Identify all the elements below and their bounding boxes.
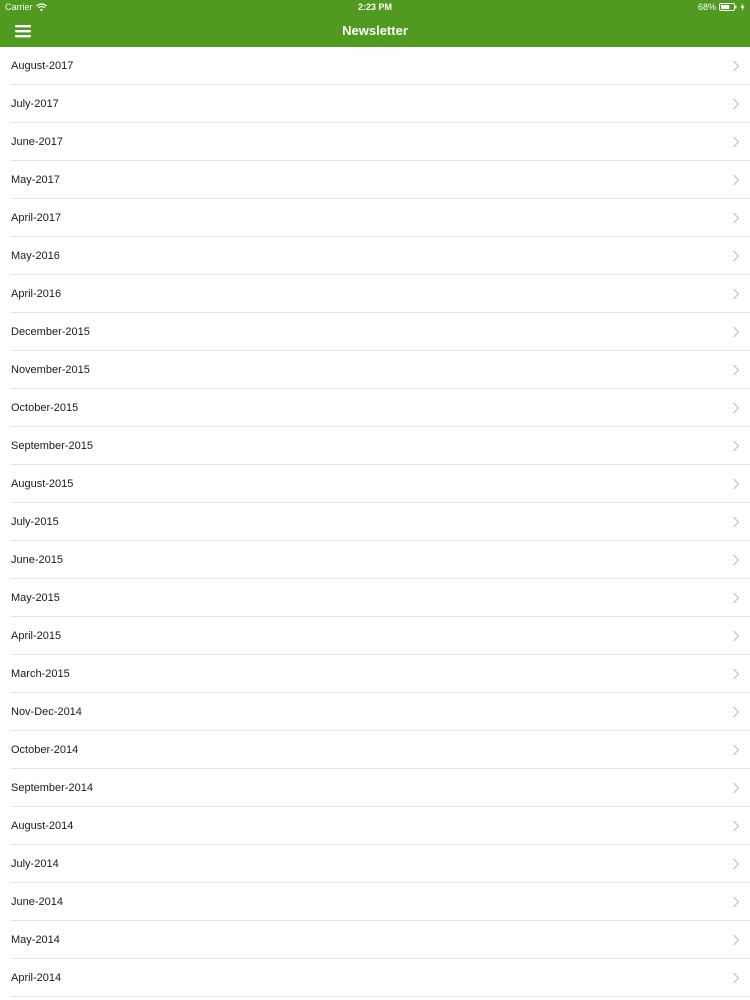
chevron-right-icon [733,934,740,946]
navigation-bar: Newsletter [0,14,750,47]
list-item-label: April-2017 [11,212,62,224]
list-item[interactable]: July-2015 [0,503,750,541]
chevron-right-icon [733,440,740,452]
list-item-label: April-2016 [11,288,62,300]
chevron-right-icon [733,288,740,300]
list-item-label: May-2017 [11,174,60,186]
status-time: 2:23 PM [357,2,392,12]
app-screen: Carrier 2:23 PM 68% Newsletter August-20… [0,0,750,1000]
list-item[interactable]: April-2015 [0,617,750,655]
list-item[interactable]: August-2017 [0,47,750,85]
list-item-label: July-2017 [11,98,59,110]
list-item-label: May-2014 [11,934,60,946]
list-item[interactable]: December-2015 [0,313,750,351]
list-item[interactable]: August-2014 [0,807,750,845]
list-item[interactable]: June-2014 [0,883,750,921]
list-item-label: Nov-Dec-2014 [11,706,82,718]
chevron-right-icon [733,136,740,148]
chevron-right-icon [733,98,740,110]
list-item[interactable]: May-2016 [0,237,750,275]
list-item-label: November-2015 [11,364,90,376]
list-item-label: April-2014 [11,972,62,984]
status-battery-group: 68% [698,0,745,14]
chevron-right-icon [733,250,740,262]
list-item-label: December-2015 [11,326,90,338]
list-item-label: June-2017 [11,136,63,148]
list-item-label: August-2015 [11,478,74,490]
list-item[interactable]: September-2015 [0,427,750,465]
list-item[interactable]: November-2015 [0,351,750,389]
list-item[interactable]: September-2014 [0,769,750,807]
battery-icon [719,3,737,11]
list-item-label: May-2015 [11,592,60,604]
chevron-right-icon [733,478,740,490]
list-item[interactable]: October-2015 [0,389,750,427]
list-item[interactable]: March-2015 [0,655,750,693]
list-item[interactable]: August-2015 [0,465,750,503]
list-item-label: September-2014 [11,782,93,794]
list-item-label: July-2015 [11,516,59,528]
chevron-right-icon [733,706,740,718]
list-item-label: August-2017 [11,60,74,72]
list-item-label: April-2015 [11,630,62,642]
list-item[interactable]: June-2017 [0,123,750,161]
list-item-label: July-2014 [11,858,59,870]
chevron-right-icon [733,516,740,528]
chevron-right-icon [733,364,740,376]
list-item[interactable]: July-2014 [0,845,750,883]
list-item-label: October-2015 [11,402,79,414]
list-item-label: October-2014 [11,744,79,756]
list-item[interactable]: October-2014 [0,731,750,769]
list-item-label: June-2015 [11,554,63,566]
chevron-right-icon [733,402,740,414]
chevron-right-icon [733,744,740,756]
chevron-right-icon [733,212,740,224]
chevron-right-icon [733,896,740,908]
chevron-right-icon [733,858,740,870]
status-bar: Carrier 2:23 PM 68% [0,0,750,14]
newsletter-list: August-2017 July-2017 June-2017 May-2017 Apr… [0,47,750,997]
chevron-right-icon [733,554,740,566]
list-item-label: September-2015 [11,440,93,452]
chevron-right-icon [733,668,740,680]
chevron-right-icon [733,326,740,338]
list-item[interactable]: April-2016 [0,275,750,313]
chevron-right-icon [733,60,740,72]
chevron-right-icon [733,782,740,794]
chevron-right-icon [733,972,740,984]
list-item[interactable]: May-2014 [0,921,750,959]
app-header: Carrier 2:23 PM 68% Newsletter [0,0,750,47]
list-item[interactable]: April-2017 [0,199,750,237]
list-item[interactable]: May-2015 [0,579,750,617]
list-item-label: March-2015 [11,668,70,680]
list-item-label: June-2014 [11,896,63,908]
chevron-right-icon [733,174,740,186]
list-item[interactable]: April-2014 [0,959,750,997]
list-item[interactable]: July-2017 [0,85,750,123]
charging-icon [740,3,745,11]
list-item[interactable]: May-2017 [0,161,750,199]
battery-percentage: 68% [697,2,716,12]
list-item[interactable]: June-2015 [0,541,750,579]
chevron-right-icon [733,820,740,832]
list-item-label: August-2014 [11,820,74,832]
list-item-label: May-2016 [11,250,60,262]
chevron-right-icon [733,630,740,642]
chevron-right-icon [733,592,740,604]
list-item[interactable]: Nov-Dec-2014 [0,693,750,731]
page-title: Newsletter [342,23,408,38]
